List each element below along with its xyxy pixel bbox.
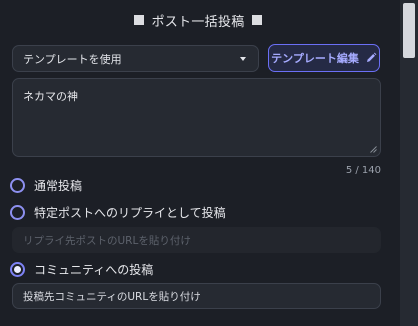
- page-title: ポスト一括投稿: [151, 14, 245, 30]
- radio-button[interactable]: [10, 205, 25, 220]
- radio-normal-post[interactable]: 通常投稿: [10, 177, 82, 194]
- character-counter: 5 / 140: [345, 165, 381, 176]
- scrollbar-thumb[interactable]: [403, 3, 415, 58]
- radio-community-post[interactable]: コミュニティへの投稿: [10, 261, 153, 278]
- community-url-input[interactable]: 投稿先コミュニティのURLを貼り付け: [12, 283, 381, 309]
- post-text-value: ネカマの神: [23, 90, 78, 103]
- edit-template-label: テンプレート編集: [271, 52, 359, 65]
- square-icon-left: [134, 15, 145, 25]
- panel-header: ポスト一括投稿: [0, 8, 396, 32]
- square-icon-right: [251, 15, 262, 25]
- radio-button[interactable]: [10, 262, 25, 277]
- pencil-icon: [366, 52, 377, 62]
- radio-label: コミュニティへの投稿: [34, 263, 154, 277]
- reply-url-input[interactable]: リプライ先ポストのURLを貼り付け: [12, 227, 381, 253]
- community-url-placeholder: 投稿先コミュニティのURLを貼り付け: [23, 290, 201, 303]
- template-select-value: テンプレートを使用: [23, 52, 122, 66]
- template-select[interactable]: テンプレートを使用: [12, 45, 259, 72]
- radio-label: 通常投稿: [34, 179, 83, 193]
- radio-label: 特定ポストへのリプライとして投稿: [34, 206, 226, 220]
- post-text-area[interactable]: ネカマの神: [12, 78, 381, 157]
- edit-template-button[interactable]: テンプレート編集: [268, 44, 380, 72]
- reply-url-placeholder: リプライ先ポストのURLを貼り付け: [23, 234, 191, 247]
- bulk-post-panel: ポスト一括投稿 テンプレートを使用 テンプレート編集 ネカマの神 5 / 140…: [0, 0, 418, 326]
- radio-button[interactable]: [10, 178, 25, 193]
- radio-reply-post[interactable]: 特定ポストへのリプライとして投稿: [10, 204, 226, 221]
- chevron-down-icon: [240, 56, 246, 61]
- resize-handle-icon[interactable]: [370, 146, 377, 153]
- scrollbar[interactable]: [400, 0, 418, 326]
